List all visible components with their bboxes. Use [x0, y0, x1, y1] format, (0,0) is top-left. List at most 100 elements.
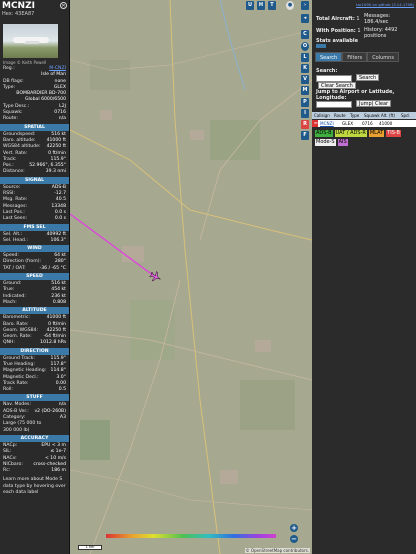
section-spatial: SPATIAL	[0, 123, 69, 131]
map-button-r[interactable]: R	[301, 120, 309, 129]
col-callsign[interactable]: Callsign	[312, 112, 332, 119]
map-attribution[interactable]: © OpenStreetMap contributors.	[244, 548, 310, 553]
stuff-list: Nav. Modes: n/a ADS-B Ver.: v2 (DO-260B) Cat…	[0, 402, 69, 421]
detail-value: 186 m	[51, 468, 66, 474]
tab-search[interactable]: Search	[315, 52, 343, 62]
badge-ais[interactable]: AIS	[337, 139, 348, 146]
badge-adsb[interactable]: ADS-B	[315, 130, 333, 137]
search-button[interactable]: Search	[356, 74, 380, 81]
aircraft-list-panel: tar1090 on github (3.14.1706) Total Airc…	[312, 0, 416, 554]
detail-row: Sel. Head.: 106.3°	[0, 238, 69, 244]
map-button-p[interactable]: P	[301, 98, 309, 107]
detail-value: 0.5	[58, 387, 66, 393]
category-desc2: 300 000 lb)	[3, 427, 30, 433]
map-button-c[interactable]: C	[301, 30, 309, 39]
altitude-list: Barometric: 41000 ft Baro. Rate: 0 ft/min Ge…	[0, 315, 69, 346]
map-button-h[interactable]: H	[257, 1, 265, 10]
col-alt[interactable]: Alt. (ft)	[379, 112, 399, 119]
zoom-out-button[interactable]: −	[290, 535, 298, 543]
map-button-v[interactable]: V	[301, 75, 309, 84]
footer-line3: each data label	[3, 490, 39, 496]
detail-label: TAT / OAT:	[3, 265, 26, 271]
route-row: Route: n/a	[3, 116, 66, 122]
tab-columns[interactable]: Columns	[367, 52, 399, 62]
col-spd[interactable]: Spd.	[399, 112, 411, 119]
detail-label: Sel. Head.:	[3, 237, 28, 243]
map-button-t[interactable]: T	[268, 1, 276, 10]
map-canvas	[70, 0, 312, 554]
total-aircraft: Total Aircraft: 1	[316, 16, 360, 22]
section-speed: SPEED	[0, 273, 69, 281]
search-label: Search:	[316, 68, 338, 74]
section-altitude: ALTITUDE	[0, 307, 69, 315]
hex-label: Hex:	[2, 11, 14, 17]
row-callsign[interactable]: MCNZI	[318, 120, 340, 127]
detail-value: 39.3 nmi	[45, 169, 66, 175]
col-type[interactable]: Type	[348, 112, 362, 119]
altitude-color-legend	[106, 534, 276, 538]
zoom-in-button[interactable]: +	[290, 524, 298, 532]
clear-jump-button[interactable]: Clear	[372, 100, 392, 107]
badge-modes[interactable]: Mode-S	[315, 139, 336, 146]
aircraft-photo[interactable]	[3, 24, 58, 58]
fms-list: Sel. Alt.: 40992 ft Sel. Head.: 106.3°	[0, 232, 69, 245]
badge-mlat[interactable]: MLAT	[368, 130, 385, 137]
detail-label: Rc:	[3, 468, 11, 474]
search-input[interactable]	[316, 75, 352, 82]
close-icon[interactable]: ✕	[60, 2, 67, 9]
clear-search-button[interactable]: Clear Search	[318, 82, 356, 89]
detail-row: Last Seen: 0.0 s	[0, 216, 69, 222]
map-view[interactable]: U H T ● › ◂ C O L K V M P I R F + − 1 km…	[70, 0, 312, 554]
scale-bar: 1 km	[78, 545, 102, 550]
detail-value: -36 / -65 °C	[39, 265, 66, 271]
tab-filters[interactable]: Filters	[342, 52, 368, 62]
map-button-l[interactable]: L	[301, 53, 309, 62]
settings-icon[interactable]: ●	[286, 1, 294, 10]
detail-label: Roll:	[3, 387, 13, 393]
row-type: GLEX	[342, 121, 354, 126]
map-button-k[interactable]: K	[301, 64, 309, 73]
wind-list: Speed: 64 kt Direction (from): 280° TAT / OA…	[0, 253, 69, 272]
jump-input[interactable]	[316, 101, 352, 108]
callsign-title: MCNZI	[2, 1, 35, 11]
section-direction: DIRECTION	[0, 347, 69, 355]
map-button-m[interactable]: M	[301, 86, 309, 95]
github-link[interactable]: tar1090 on github (3.14.1706)	[312, 0, 416, 7]
detail-row: Distance: 39.3 nmi	[0, 169, 69, 175]
stats-link[interactable]	[316, 44, 326, 48]
map-button-f[interactable]: F	[301, 131, 309, 140]
nav-up-icon[interactable]: ◂	[301, 14, 309, 23]
detail-value: A3	[59, 415, 66, 421]
aircraft-table-header: Callsign Route Type Squawk Alt. (ft) Spd…	[312, 112, 416, 119]
collapse-panel-icon[interactable]: ›	[301, 1, 309, 10]
col-squawk[interactable]: Squawk	[362, 112, 380, 119]
section-stuff: STUFF	[0, 394, 69, 402]
direction-list: Ground Track: 115.9° True Heading: 117.8° Ma…	[0, 356, 69, 394]
table-row[interactable]: IM MCNZI GLEX 0716 41000	[312, 120, 416, 127]
detail-row: Mach: 0.808	[0, 300, 69, 306]
col-route[interactable]: Route	[332, 112, 348, 119]
speed-list: Ground: 516 kt True: 454 kt Indicated: 236 kt…	[0, 281, 69, 306]
map-button-i[interactable]: I	[301, 109, 309, 118]
spatial-list: Groundspeed: 516 kt Baro. altitude: 41000 f…	[0, 132, 69, 176]
history: History: 4492 positions	[364, 27, 398, 39]
section-accuracy: ACCURACY	[0, 434, 69, 442]
detail-value: 0.0 s	[54, 216, 66, 222]
section-fms: FMS SEL	[0, 223, 69, 231]
hex-value: 43EA87	[15, 11, 35, 17]
detail-header: MCNZI Hex: 43EA87 ✕	[0, 0, 69, 22]
with-position: With Position: 1	[316, 28, 361, 34]
badge-tisb[interactable]: TIS-B	[386, 130, 401, 137]
panel-tabs: Search Filters Columns	[315, 52, 399, 62]
map-button-o[interactable]: O	[301, 42, 309, 51]
detail-value: 0.808	[52, 299, 66, 305]
badge-uat[interactable]: UAT / ADS-R	[334, 130, 367, 137]
map-button-u[interactable]: U	[246, 1, 254, 10]
signal-list: Source: ADS-B RSSI: -12.7 Msg. Rate: 40.5 Mess…	[0, 185, 69, 223]
detail-label: Last Seen:	[3, 216, 28, 222]
section-wind: WIND	[0, 245, 69, 253]
detail-row: TAT / OAT: -36 / -65 °C	[0, 266, 69, 272]
detail-label: QNH:	[3, 340, 16, 346]
messages-value: 186.4/sec	[364, 19, 389, 25]
detail-value: 1012.8 hPa	[40, 340, 66, 346]
